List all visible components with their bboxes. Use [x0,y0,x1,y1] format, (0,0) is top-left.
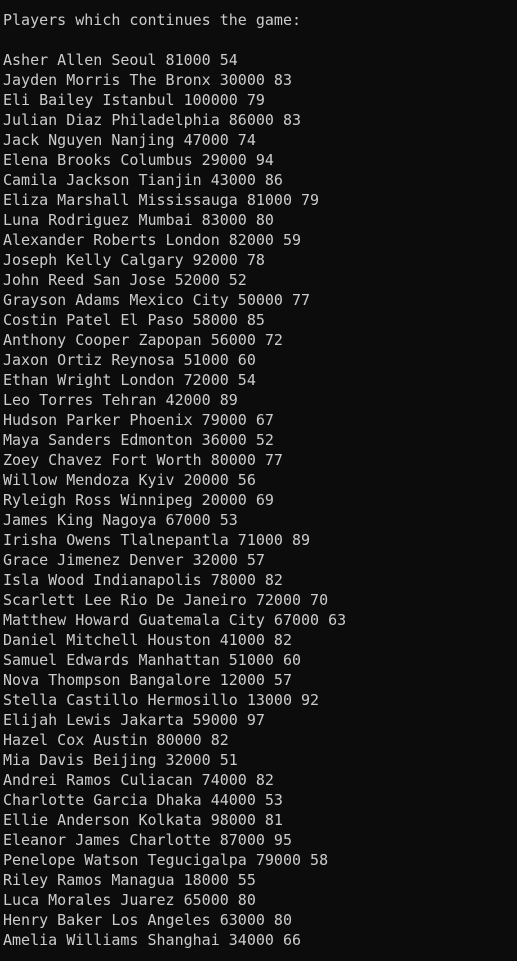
player-line: Penelope Watson Tegucigalpa 79000 58 [3,851,329,869]
console-header: Players which continues the game: [3,11,302,29]
player-line: Eli Bailey Istanbul 100000 79 [3,91,265,109]
player-line: Nova Thompson Bangalore 12000 57 [3,671,292,689]
player-line: Ryleigh Ross Winnipeg 20000 69 [3,491,274,509]
player-line: Stella Castillo Hermosillo 13000 92 [3,691,320,709]
player-line: Camila Jackson Tianjin 43000 86 [3,171,283,189]
player-line: Riley Ramos Managua 18000 55 [3,871,256,889]
player-line: Grace Jimenez Denver 32000 57 [3,551,265,569]
player-line: Irisha Owens Tlalnepantla 71000 89 [3,531,311,549]
player-line: Henry Baker Los Angeles 63000 80 [3,911,292,929]
player-line: Mia Davis Beijing 32000 51 [3,751,238,769]
player-line: Samuel Edwards Manhattan 51000 60 [3,651,302,669]
player-line: Julian Diaz Philadelphia 86000 83 [3,111,302,129]
player-line: Daniel Mitchell Houston 41000 82 [3,631,292,649]
player-line: Jaxon Ortiz Reynosa 51000 60 [3,351,256,369]
player-line: Eliza Marshall Mississauga 81000 79 [3,191,320,209]
player-line: Elijah Lewis Jakarta 59000 97 [3,711,265,729]
player-line: Isla Wood Indianapolis 78000 82 [3,571,283,589]
player-line: Maya Sanders Edmonton 36000 52 [3,431,274,449]
player-line: Scarlett Lee Rio De Janeiro 72000 70 [3,591,329,609]
player-line: Hudson Parker Phoenix 79000 67 [3,411,274,429]
player-line: Matthew Howard Guatemala City 67000 63 [3,611,347,629]
player-line: Grayson Adams Mexico City 50000 77 [3,291,311,309]
player-line: Luca Morales Juarez 65000 80 [3,891,256,909]
console-window[interactable]: Players which continues the game: Asher … [0,0,517,961]
player-line: Asher Allen Seoul 81000 54 [3,51,238,69]
player-line: Jayden Morris The Bronx 30000 83 [3,71,292,89]
player-line: Willow Mendoza Kyiv 20000 56 [3,471,256,489]
player-line: Alexander Roberts London 82000 59 [3,231,302,249]
player-line: Hazel Cox Austin 80000 82 [3,731,229,749]
player-line: John Reed San Jose 52000 52 [3,271,247,289]
player-line: Amelia Williams Shanghai 34000 66 [3,931,302,949]
player-line: Andrei Ramos Culiacan 74000 82 [3,771,274,789]
player-line: Costin Patel El Paso 58000 85 [3,311,265,329]
player-line: Zoey Chavez Fort Worth 80000 77 [3,451,283,469]
player-line: Elena Brooks Columbus 29000 94 [3,151,274,169]
player-line: Ethan Wright London 72000 54 [3,371,256,389]
player-line: Jack Nguyen Nanjing 47000 74 [3,131,256,149]
player-line: Joseph Kelly Calgary 92000 78 [3,251,265,269]
player-line: James King Nagoya 67000 53 [3,511,238,529]
player-line: Eleanor James Charlotte 87000 95 [3,831,292,849]
player-line: Luna Rodriguez Mumbai 83000 80 [3,211,274,229]
player-line: Anthony Cooper Zapopan 56000 72 [3,331,283,349]
player-line: Charlotte Garcia Dhaka 44000 53 [3,791,283,809]
player-line: Ellie Anderson Kolkata 98000 81 [3,811,283,829]
player-line: Leo Torres Tehran 42000 89 [3,391,238,409]
